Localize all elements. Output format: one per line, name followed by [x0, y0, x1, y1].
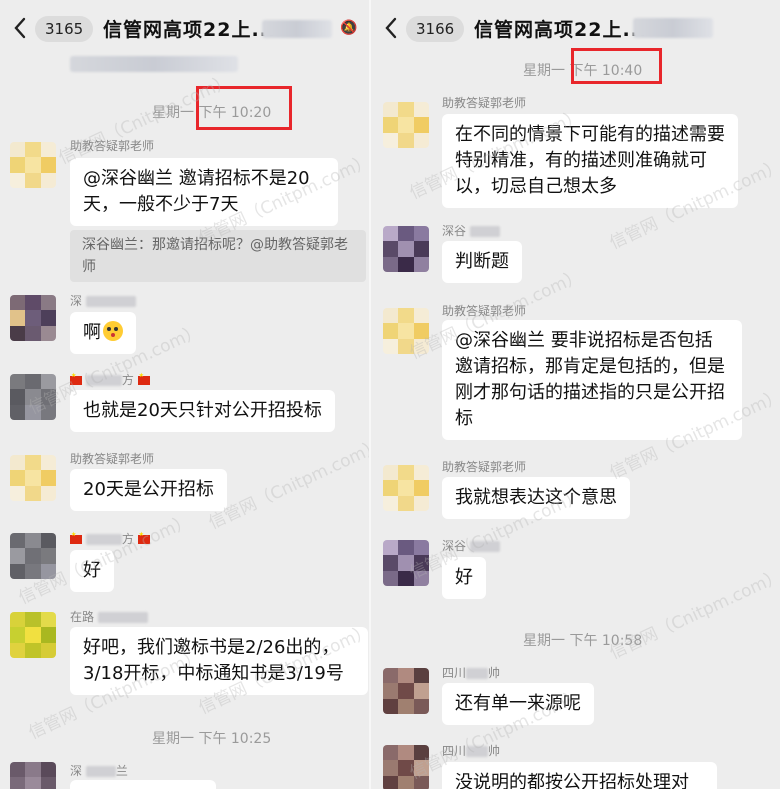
surprised-emoji-icon: [103, 321, 123, 341]
sender-name: 四川帅: [442, 666, 501, 680]
unread-count-badge[interactable]: 3166: [406, 16, 465, 42]
message-bubble[interactable]: 好: [442, 557, 486, 599]
avatar[interactable]: [383, 540, 429, 586]
blurred-title-suffix: [262, 20, 332, 38]
watermark: 信管网（Cnitpm.com）: [205, 435, 369, 534]
message-bubble[interactable]: 好吧，我们邀标书是2/26出的，3/18开标，中标通知书是3/19号: [70, 627, 368, 695]
chat-panel-left: 3165 信管网高项22上... 🔕 星期一 下午 10:20 助教答疑郭老师 …: [0, 0, 369, 789]
quoted-message[interactable]: 深谷幽兰：那邀请招标呢？@助教答疑郭老师: [70, 230, 366, 282]
message-bubble[interactable]: 还有单一来源呢: [442, 683, 594, 725]
avatar[interactable]: [383, 668, 429, 714]
china-flag-icon: [70, 372, 82, 385]
timestamp: 星期一 下午 10:25: [152, 731, 272, 747]
avatar[interactable]: [10, 455, 56, 501]
avatar[interactable]: [383, 745, 429, 789]
sender-name: 助教答疑郭老师: [70, 139, 155, 153]
blurred-title-suffix: [633, 18, 713, 38]
message-bubble[interactable]: 好: [70, 550, 114, 592]
message-bubble[interactable]: [70, 780, 216, 789]
message-bubble[interactable]: 在不同的情景下可能有的描述需要特别精准，有的描述则准确就可以，切忌自己想太多: [442, 114, 738, 208]
sender-name: 助教答疑郭老师: [442, 460, 527, 474]
avatar[interactable]: [383, 226, 429, 272]
sender-name: 助教答疑郭老师: [442, 96, 527, 110]
avatar[interactable]: [383, 308, 429, 354]
message-bubble[interactable]: 也就是20天只针对公开招投标: [70, 390, 335, 432]
back-arrow-icon[interactable]: [383, 16, 399, 40]
mute-bell-icon: 🔕: [340, 20, 358, 36]
sender-name: 深: [70, 292, 136, 309]
sender-name: 四川帅: [442, 744, 501, 758]
message-bubble[interactable]: @深谷幽兰 邀请招标不是20天，一般不少于7天: [70, 158, 338, 226]
message-bubble[interactable]: 没说明的都按公开招标处理对: [442, 762, 717, 789]
avatar[interactable]: [383, 102, 429, 148]
message-bubble[interactable]: 啊: [70, 312, 136, 354]
message-bubble[interactable]: 我就想表达这个意思: [442, 477, 630, 519]
sender-name: 深谷: [442, 537, 500, 554]
sender-name: 方: [70, 530, 150, 547]
chat-panel-right: 3166 信管网高项22上... 星期一 下午 10:40 助教答疑郭老师 在不…: [371, 0, 780, 789]
message-bubble[interactable]: @深谷幽兰 要非说招标是否包括邀请招标，那肯定是包括的，但是刚才那句话的描述指的…: [442, 320, 742, 440]
avatar[interactable]: [10, 295, 56, 341]
message-bubble[interactable]: 判断题: [442, 241, 522, 283]
sender-name: 助教答疑郭老师: [442, 304, 527, 318]
highlight-box: [571, 48, 662, 84]
avatar[interactable]: [10, 374, 56, 420]
timestamp: 星期一 下午 10:58: [523, 633, 643, 649]
chat-title[interactable]: 信管网高项22上...: [103, 15, 276, 42]
sender-name: 深 兰: [70, 764, 128, 778]
back-arrow-icon[interactable]: [12, 16, 28, 40]
highlight-box: [196, 86, 292, 130]
chat-title[interactable]: 信管网高项22上...: [474, 15, 647, 42]
chat-header: 3165 信管网高项22上... 🔕: [0, 0, 369, 56]
sender-name: 方: [70, 371, 150, 388]
blurred-system-line: [70, 56, 238, 72]
china-flag-icon: [137, 531, 150, 544]
china-flag-icon: [70, 531, 82, 544]
avatar[interactable]: [10, 762, 56, 789]
sender-name: 助教答疑郭老师: [70, 452, 155, 466]
message-bubble[interactable]: 20天是公开招标: [70, 469, 227, 511]
avatar[interactable]: [10, 142, 56, 188]
china-flag-icon: [137, 372, 150, 385]
avatar[interactable]: [10, 612, 56, 658]
unread-count-badge[interactable]: 3165: [35, 16, 94, 42]
sender-name: 在路: [70, 608, 148, 625]
sender-name: 深谷: [442, 222, 500, 239]
avatar[interactable]: [10, 533, 56, 579]
avatar[interactable]: [383, 465, 429, 511]
